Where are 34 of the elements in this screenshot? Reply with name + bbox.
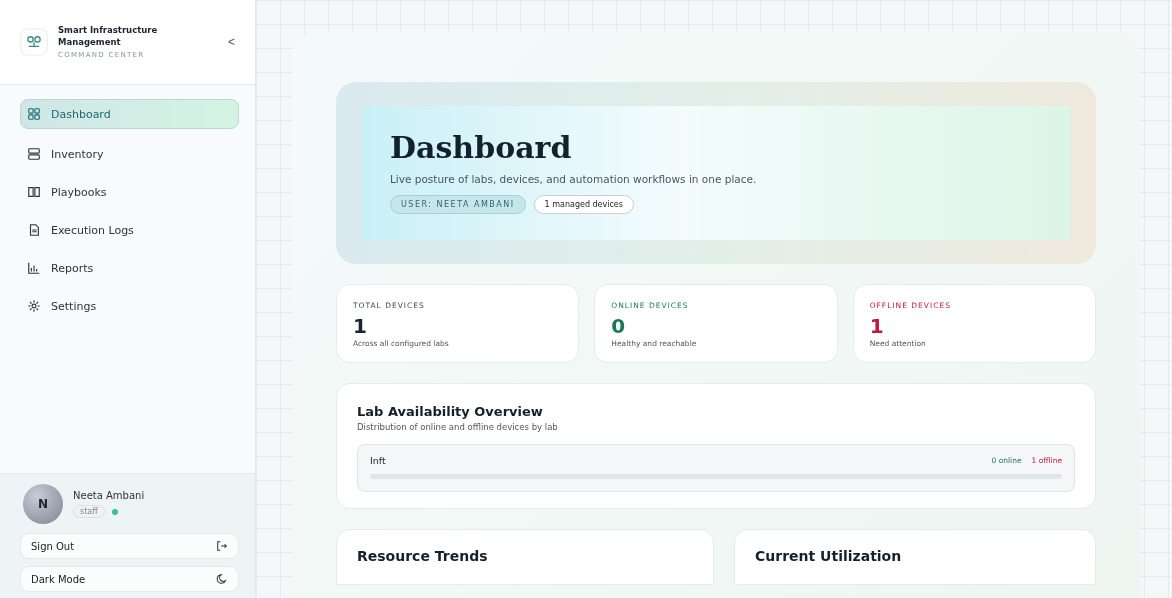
collapse-button[interactable]: <: [228, 35, 235, 49]
brand-title: Smart Infrastructure Management: [58, 25, 159, 48]
sign-out-button[interactable]: Sign Out: [20, 533, 239, 559]
gear-icon: [27, 299, 41, 313]
stat-value: 1: [353, 314, 368, 338]
file-icon: [27, 223, 41, 237]
nav-item[interactable]: Reports: [20, 253, 239, 283]
card-subtitle: Distribution of online and offline devices by lab: [357, 422, 559, 432]
moon-icon: [216, 573, 228, 585]
logo-icon: [20, 28, 48, 56]
user-chip: USER: NEETA AMBANI: [390, 195, 526, 214]
sign-out-icon: [216, 540, 228, 552]
book-icon: [27, 185, 41, 199]
role-badge: staff: [73, 505, 105, 518]
user-name: Neeta Ambani: [73, 490, 145, 501]
nav-item[interactable]: Playbooks: [20, 177, 239, 207]
page-title: Dashboard: [390, 130, 573, 165]
stat-value: 0: [611, 314, 627, 338]
card-title: Current Utilization: [755, 548, 903, 564]
avatar: N: [23, 484, 63, 524]
devices-chip: 1 managed devices: [533, 195, 634, 214]
card-title: Resource Trends: [357, 548, 489, 564]
stat-value: 1: [869, 314, 885, 338]
nav-item[interactable]: Execution Logs: [20, 215, 239, 245]
card-title: Lab Availability Overview: [357, 404, 544, 419]
nav-item[interactable]: Dashboard: [20, 99, 239, 129]
nav-item[interactable]: Inventory: [20, 139, 239, 169]
lab-name: Inft: [370, 455, 387, 466]
dark-mode-button[interactable]: Dark Mode: [20, 566, 239, 592]
chart-icon: [27, 261, 41, 275]
page-subtitle: Live posture of labs, devices, and automation workflows in one place.: [390, 173, 758, 185]
nav-item[interactable]: Settings: [20, 291, 239, 321]
server-icon: [27, 147, 41, 161]
grid-icon: [27, 107, 41, 121]
